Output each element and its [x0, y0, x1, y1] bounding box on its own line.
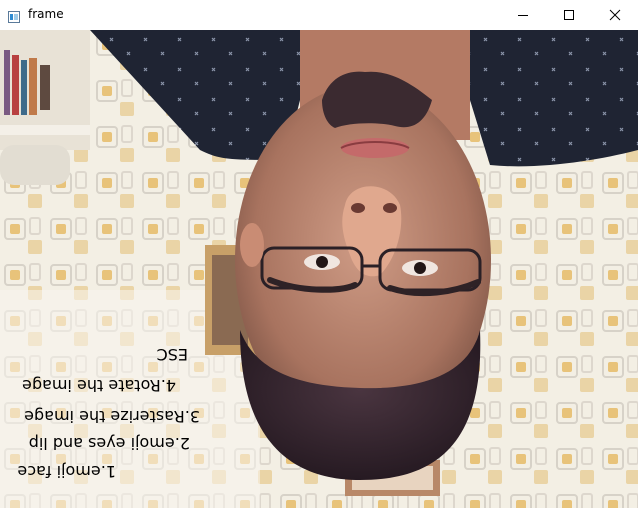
menu-item-rotate: 4.Rotate the image [22, 376, 176, 395]
maximize-button[interactable] [546, 0, 592, 30]
menu-item-esc: ESC [156, 345, 188, 364]
menu-item-emoji-face: 1.emoji face [17, 462, 116, 481]
menu-overlay: ESC 4.Rotate the image 3.Rasterize the i… [0, 30, 638, 508]
app-window: frame ESC 4.Rotate the image 3.Rasterize… [0, 0, 638, 508]
maximize-icon [563, 6, 575, 25]
opencv-window-icon [8, 8, 20, 23]
close-button[interactable] [592, 0, 638, 30]
menu-item-emoji-eyes-lip: 2.emoji eyes and lip [28, 434, 190, 453]
title-bar[interactable]: frame [0, 0, 638, 30]
minimize-button[interactable] [500, 0, 546, 30]
window-title: frame [28, 7, 64, 21]
menu-item-rasterize: 3.Rasterize the image [24, 407, 200, 426]
minimize-icon [517, 6, 529, 25]
close-icon [609, 6, 621, 25]
video-frame[interactable]: ESC 4.Rotate the image 3.Rasterize the i… [0, 30, 638, 508]
